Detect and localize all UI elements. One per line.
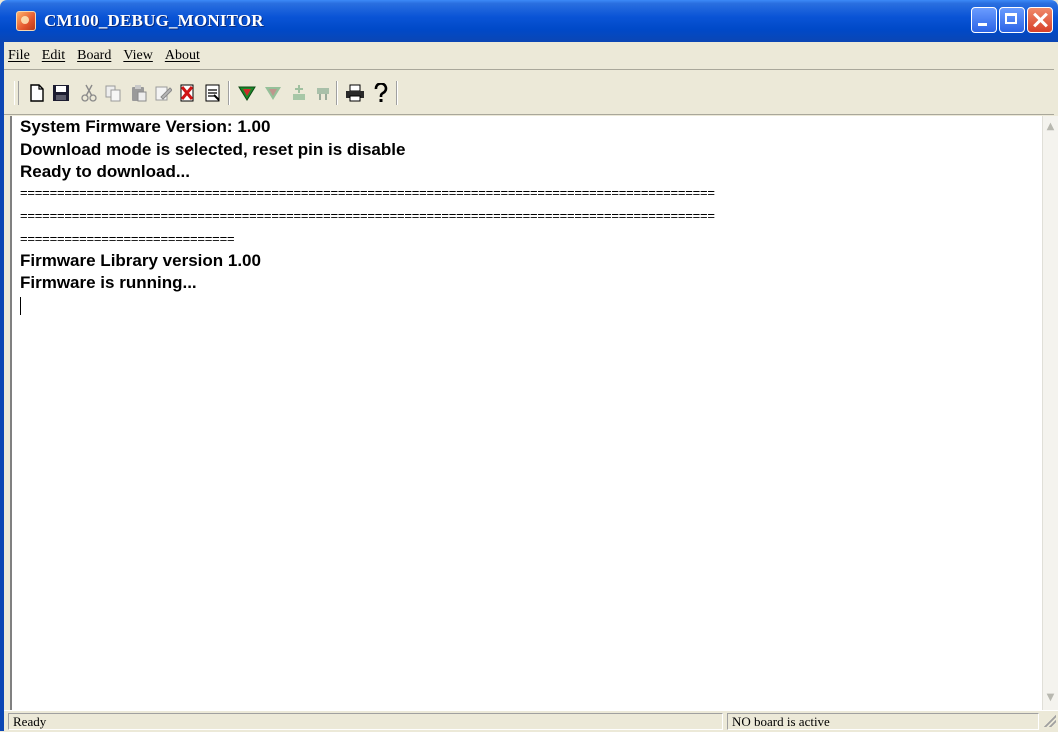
toolbar-separator [228, 81, 230, 105]
menu-board[interactable]: Board [73, 45, 119, 67]
menu-about[interactable]: About [161, 45, 208, 67]
disconnect-icon[interactable] [312, 82, 334, 104]
copy-icon[interactable] [102, 82, 124, 104]
vertical-scrollbar[interactable]: ▲ ▼ [1042, 116, 1058, 710]
edit-icon[interactable] [152, 82, 174, 104]
menu-divider [4, 69, 1054, 70]
toolbar-divider [4, 114, 1054, 115]
new-file-icon[interactable] [26, 82, 48, 104]
status-bar: Ready NO board is active [4, 710, 1058, 732]
maximize-button[interactable] [999, 7, 1025, 33]
delete-icon[interactable] [176, 82, 198, 104]
toolbar [4, 71, 504, 113]
menu-bar: File Edit Board View About [4, 45, 208, 67]
save-icon[interactable] [50, 82, 72, 104]
text-caret [20, 297, 21, 315]
menu-file[interactable]: File [4, 45, 38, 67]
upload-icon[interactable] [262, 82, 284, 104]
status-text: Ready [8, 713, 723, 730]
connect-icon[interactable] [288, 82, 310, 104]
help-icon[interactable] [370, 82, 392, 104]
console-line: System Firmware Version: 1.00 [20, 117, 271, 136]
console-line: Download mode is selected, reset pin is … [20, 140, 406, 159]
close-button[interactable] [1027, 7, 1053, 33]
window-title: CM100_DEBUG_MONITOR [44, 11, 264, 30]
app-window: CM100_DEBUG_MONITOR File Edit Board View… [0, 0, 1058, 732]
paste-icon[interactable] [128, 82, 150, 104]
scroll-up-icon[interactable]: ▲ [1043, 118, 1058, 135]
cut-icon[interactable] [78, 82, 100, 104]
console-output[interactable]: System Firmware Version: 1.00 Download m… [10, 116, 1058, 710]
scroll-down-icon[interactable]: ▼ [1043, 689, 1058, 706]
window-frame [0, 42, 4, 731]
app-icon[interactable] [16, 11, 36, 31]
toolbar-separator [396, 81, 398, 105]
console-line: Ready to download... [20, 162, 191, 181]
print-icon[interactable] [344, 82, 366, 104]
title-bar[interactable]: CM100_DEBUG_MONITOR [0, 0, 1058, 42]
menu-edit[interactable]: Edit [38, 45, 73, 67]
console-line: ============================= [20, 231, 235, 246]
menu-view[interactable]: View [119, 45, 160, 67]
toolbar-grip[interactable] [14, 81, 19, 105]
console-line: ========================================… [20, 185, 715, 200]
board-status: NO board is active [727, 713, 1039, 730]
console-line: Firmware is running... [20, 273, 197, 292]
toolbar-separator [336, 81, 338, 105]
console-line: ========================================… [20, 208, 715, 223]
download-icon[interactable] [236, 82, 258, 104]
resize-grip-icon[interactable] [1044, 715, 1056, 727]
compare-icon[interactable] [202, 82, 224, 104]
minimize-button[interactable] [971, 7, 997, 33]
console-line: Firmware Library version 1.00 [20, 251, 261, 270]
